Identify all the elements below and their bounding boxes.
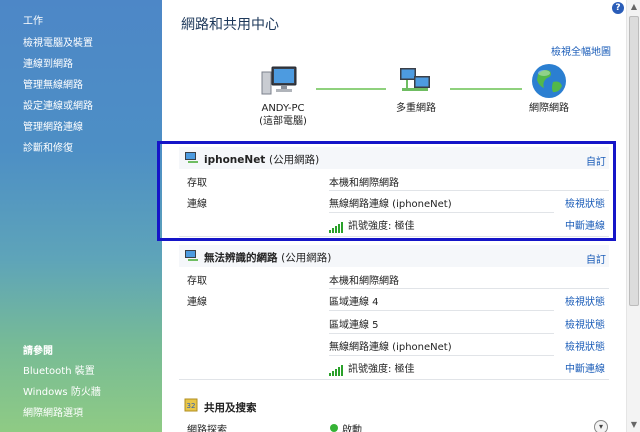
divider (329, 333, 554, 334)
sidebar-item-view-computers[interactable]: 檢視電腦及裝置 (23, 34, 93, 49)
sidebar-item-diagnose[interactable]: 診斷和修復 (23, 139, 73, 154)
network-2-name: 無法辨識的網路 (公用網路) (204, 250, 331, 265)
connection-line-pc (316, 88, 386, 90)
pc-sub: (這部電腦) (259, 116, 307, 127)
sidebar-item-manage-wireless[interactable]: 管理無線網路 (23, 76, 83, 91)
scroll-up-icon[interactable]: ▲ (629, 2, 639, 12)
network-icon (184, 249, 200, 263)
see-also-bluetooth[interactable]: Bluetooth 裝置 (23, 362, 95, 377)
network-discovery-value: 啟動 (342, 425, 362, 432)
see-also-internet-options[interactable]: 網際網路選項 (23, 404, 83, 419)
see-also-title: 請參閱 (23, 346, 53, 357)
access-label: 存取 (187, 276, 207, 287)
connection-value: 無線網路連線 (iphoneNet) (329, 342, 452, 353)
network-2-view-status-link[interactable]: 檢視狀態 (565, 316, 605, 331)
internet-label: 網際網路 (529, 103, 569, 114)
connection-value: 區域連線 4 (329, 297, 379, 308)
divider (329, 355, 554, 356)
sharing-title: 共用及搜索 (204, 402, 257, 414)
scroll-down-icon[interactable]: ▼ (629, 420, 639, 430)
divider (329, 288, 609, 289)
vertical-scrollbar[interactable]: ▲ ▼ (626, 0, 640, 432)
sharing-icon: 32 (184, 398, 198, 412)
computer-icon[interactable] (259, 64, 299, 98)
see-also-firewall[interactable]: Windows 防火牆 (23, 383, 101, 398)
divider (329, 310, 554, 311)
page-title: 網路和共用中心 (181, 17, 279, 33)
selection-highlight (157, 141, 616, 241)
network-2-view-status-link[interactable]: 檢視狀態 (565, 338, 605, 353)
divider (179, 379, 609, 380)
scroll-thumb[interactable] (629, 16, 639, 306)
multiple-networks-label: 多重網路 (396, 103, 436, 114)
help-icon[interactable]: ? (612, 2, 624, 14)
network-2-title: 無法辨識的網路 (204, 252, 278, 264)
connection-line-internet (450, 88, 522, 90)
sidebar: 工作 檢視電腦及裝置 連線到網路 管理無線網路 設定連線或網路 管理網路連線 診… (0, 0, 162, 432)
connection-value: 區域連線 5 (329, 320, 379, 331)
access-value: 本機和網際網路 (329, 276, 399, 287)
network-2-type: (公用網路) (281, 252, 332, 264)
signal-strength: 訊號強度: 極佳 (329, 360, 415, 376)
network-2-disconnect-link[interactable]: 中斷連線 (565, 360, 605, 375)
sidebar-tasks-title: 工作 (23, 16, 43, 27)
internet-globe-icon[interactable] (530, 62, 568, 100)
network-2-signal-row: 訊號強度: 極佳 中斷連線 (179, 358, 609, 380)
pc-name: ANDY-PC (261, 103, 305, 114)
connection-label: 連線 (187, 297, 207, 308)
network-2-view-status-link[interactable]: 檢視狀態 (565, 293, 605, 308)
view-full-map-link[interactable]: 檢視全幅地圖 (551, 43, 611, 58)
multiple-networks-icon[interactable] (398, 66, 434, 96)
svg-text:32: 32 (187, 402, 196, 410)
status-on-icon (330, 424, 338, 432)
signal-text: 訊號強度: 極佳 (348, 364, 415, 375)
sidebar-item-manage-connections[interactable]: 管理網路連線 (23, 118, 83, 133)
chevron-down-icon[interactable]: ▾ (594, 420, 608, 432)
sidebar-item-connect[interactable]: 連線到網路 (23, 55, 73, 70)
signal-bars-icon (329, 365, 344, 376)
network-discovery-label: 網路探索 (187, 425, 227, 432)
sidebar-item-setup-connection[interactable]: 設定連線或網路 (23, 97, 93, 112)
